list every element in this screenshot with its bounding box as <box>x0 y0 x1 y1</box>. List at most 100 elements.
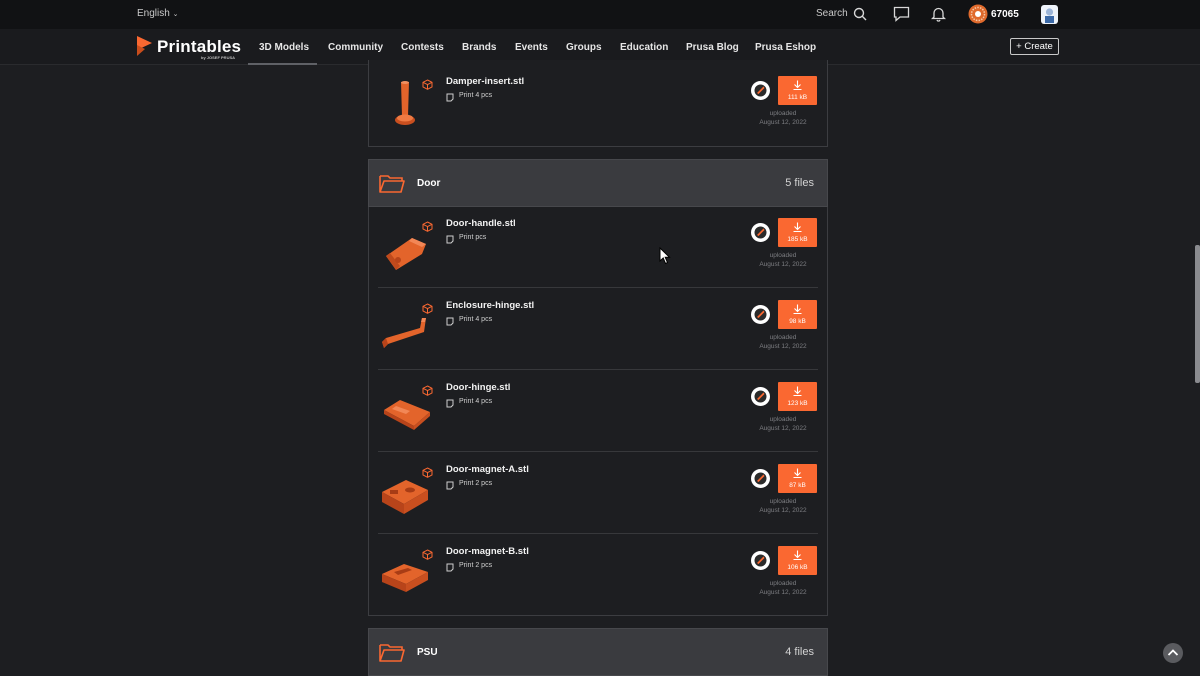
nav-3d-models[interactable]: 3D Models <box>259 42 309 53</box>
group-header-door[interactable]: Door 5 files <box>368 159 828 207</box>
download-icon <box>793 304 802 314</box>
download-icon <box>793 80 802 90</box>
file-row: Door-magnet-B.stl Print 2 pcs 106 kB upl… <box>378 534 818 616</box>
download-button[interactable]: 185 kB <box>778 218 817 247</box>
create-button[interactable]: + Create <box>1010 38 1059 55</box>
download-icon <box>793 222 802 232</box>
top-utility-bar <box>0 0 1200 29</box>
prusa-slicer-icon[interactable] <box>751 81 770 100</box>
file-size: 111 kB <box>787 94 808 101</box>
nav-brands[interactable]: Brands <box>462 42 496 53</box>
upload-date: uploaded August 12, 2022 <box>759 110 807 126</box>
file-size: 98 kB <box>789 318 806 325</box>
page-scrollbar[interactable] <box>1195 245 1200 383</box>
mouse-cursor-icon <box>659 247 671 265</box>
cube-icon <box>422 467 433 478</box>
group-header-psu[interactable]: PSU 4 files <box>368 628 828 676</box>
cube-icon <box>422 79 433 90</box>
group-file-count: 5 files <box>785 177 814 189</box>
model-thumbnail[interactable] <box>380 556 430 594</box>
upload-date: uploaded August 12, 2022 <box>759 416 807 432</box>
upload-date: uploaded August 12, 2022 <box>759 252 807 268</box>
print-note-icon <box>446 481 454 490</box>
prusa-slicer-icon[interactable] <box>751 551 770 570</box>
nav-education[interactable]: Education <box>620 42 668 53</box>
logo-wordmark[interactable]: Printables <box>157 37 241 57</box>
model-thumbnail[interactable] <box>390 80 420 130</box>
file-row: Enclosure-hinge.stl Print 4 pcs 98 kB up… <box>378 288 818 370</box>
file-size: 123 kB <box>787 400 808 407</box>
prusa-slicer-icon[interactable] <box>751 223 770 242</box>
cube-icon <box>422 303 433 314</box>
print-count: Print 4 pcs <box>459 398 493 405</box>
search-icon[interactable] <box>853 7 867 21</box>
print-count: Print pcs <box>459 234 487 241</box>
points-counter: 67065 <box>991 9 1019 20</box>
nav-contests[interactable]: Contests <box>401 42 444 53</box>
file-row: Damper-insert.stl Print 4 pcs 111 kB upl… <box>378 64 818 146</box>
nav-events[interactable]: Events <box>515 42 548 53</box>
file-name[interactable]: Door-handle.stl <box>446 218 516 229</box>
file-row: Door-magnet-A.stl Print 2 pcs 87 kB uplo… <box>378 452 818 534</box>
file-name[interactable]: Enclosure-hinge.stl <box>446 300 534 311</box>
print-count: Print 4 pcs <box>459 316 493 323</box>
model-thumbnail[interactable] <box>382 230 428 272</box>
folder-icon <box>379 175 405 193</box>
download-button[interactable]: 98 kB <box>778 300 817 329</box>
chat-icon[interactable] <box>893 6 910 22</box>
folder-icon <box>379 644 405 662</box>
prusa-slicer-icon[interactable] <box>751 305 770 324</box>
print-note-icon <box>446 399 454 408</box>
download-button[interactable]: 87 kB <box>778 464 817 493</box>
file-size: 87 kB <box>789 482 806 489</box>
print-note-icon <box>446 563 454 572</box>
chevron-up-icon <box>1167 649 1179 656</box>
download-icon <box>793 386 802 396</box>
download-icon <box>793 550 802 560</box>
file-name[interactable]: Damper-insert.stl <box>446 76 524 87</box>
search-label[interactable]: Search <box>816 8 848 19</box>
file-row: Door-hinge.stl Print 4 pcs 123 kB upload… <box>378 370 818 452</box>
download-button[interactable]: 123 kB <box>778 382 817 411</box>
language-selector[interactable]: English ⌄ <box>137 8 178 19</box>
print-count: Print 4 pcs <box>459 92 493 99</box>
printables-logo-icon[interactable] <box>136 35 153 57</box>
cube-icon <box>422 221 433 232</box>
scroll-to-top-button[interactable] <box>1163 643 1183 663</box>
model-thumbnail[interactable] <box>382 394 432 430</box>
upload-date: uploaded August 12, 2022 <box>759 498 807 514</box>
profile-avatar[interactable] <box>1041 5 1058 24</box>
chevron-down-icon: ⌄ <box>172 11 179 18</box>
group-file-count: 4 files <box>785 646 814 658</box>
print-note-icon <box>446 317 454 326</box>
nav-community[interactable]: Community <box>328 42 383 53</box>
file-name[interactable]: Door-magnet-B.stl <box>446 546 529 557</box>
print-count: Print 2 pcs <box>459 480 493 487</box>
bell-icon[interactable] <box>931 6 946 22</box>
prusa-slicer-icon[interactable] <box>751 469 770 488</box>
download-button[interactable]: 106 kB <box>778 546 817 575</box>
file-name[interactable]: Door-hinge.stl <box>446 382 510 393</box>
user-avatar[interactable] <box>968 4 988 24</box>
file-size: 185 kB <box>787 236 808 243</box>
model-thumbnail[interactable] <box>380 308 428 350</box>
nav-prusa-blog[interactable]: Prusa Blog <box>686 42 739 53</box>
print-note-icon <box>446 235 454 244</box>
nav-prusa-eshop[interactable]: Prusa Eshop <box>755 42 816 53</box>
file-name[interactable]: Door-magnet-A.stl <box>446 464 529 475</box>
logo-subtitle: by JOSEF PRUSA <box>201 55 236 60</box>
print-note-icon <box>446 93 454 102</box>
group-name: Door <box>417 178 441 189</box>
model-thumbnail[interactable] <box>380 474 430 516</box>
cube-icon <box>422 549 433 560</box>
prusa-slicer-icon[interactable] <box>751 387 770 406</box>
download-icon <box>793 468 802 478</box>
group-name: PSU <box>417 647 438 658</box>
download-button[interactable]: 111 kB <box>778 76 817 105</box>
upload-date: uploaded August 12, 2022 <box>759 334 807 350</box>
file-row: Door-handle.stl Print pcs 185 kB uploade… <box>378 206 818 288</box>
active-tab-indicator <box>248 63 317 65</box>
nav-groups[interactable]: Groups <box>566 42 602 53</box>
print-count: Print 2 pcs <box>459 562 493 569</box>
file-size: 106 kB <box>787 564 808 571</box>
